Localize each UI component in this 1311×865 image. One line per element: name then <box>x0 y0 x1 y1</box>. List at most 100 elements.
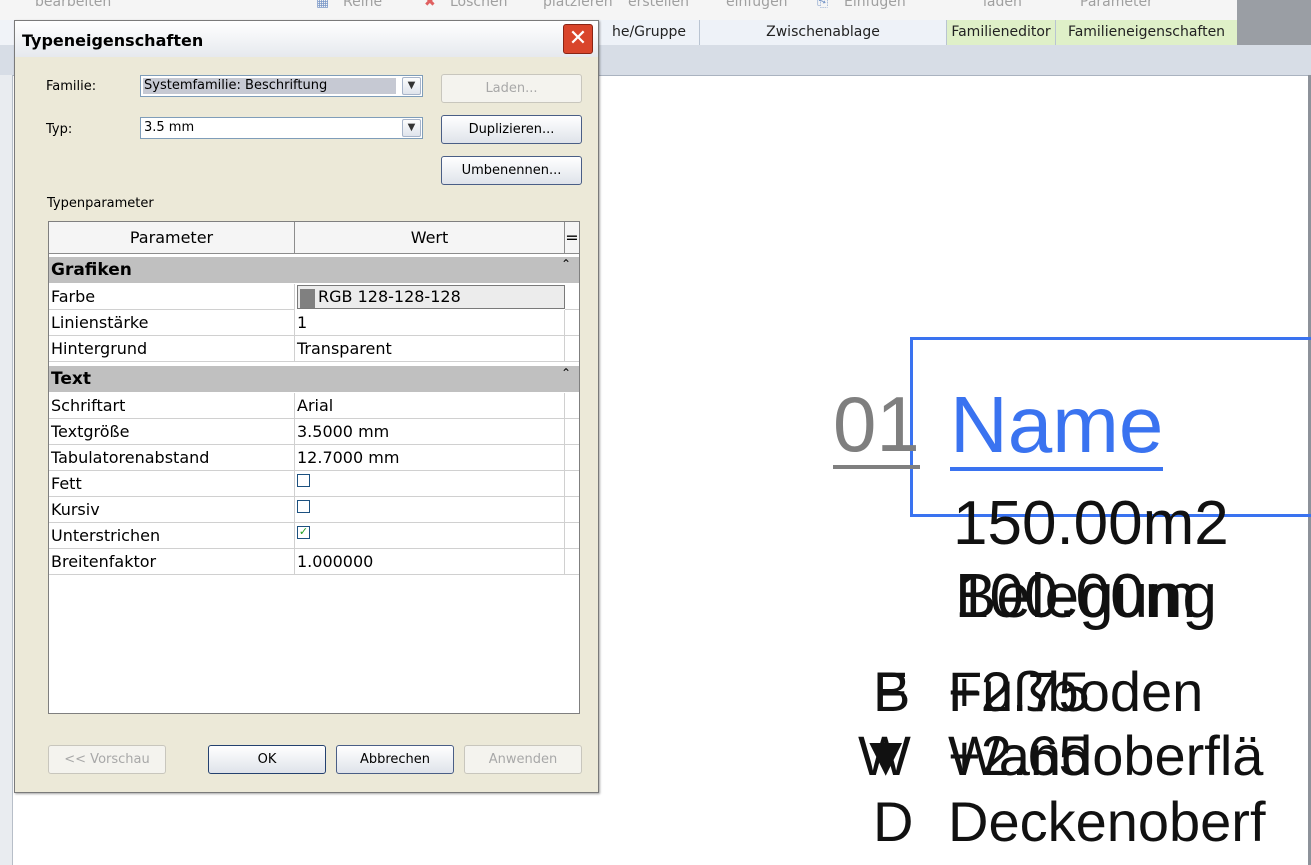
ribbon-command-loeschen[interactable]: Löschen <box>450 0 507 10</box>
level-marker-icon[interactable]: ▼ <box>858 728 913 784</box>
table-row[interactable]: Fett <box>49 471 579 497</box>
type-select[interactable]: 3.5 mm ▼ <box>140 117 423 139</box>
color-swatch <box>300 289 315 308</box>
tag-wall-finish-label[interactable]: Wandoberflä <box>948 728 1263 784</box>
underline-checkbox[interactable]: ✓ <box>297 526 310 539</box>
formula-cell <box>565 419 579 445</box>
ribbon-command-laden[interactable]: laden <box>983 0 1022 10</box>
table-row[interactable]: Hintergrund Transparent <box>49 336 579 362</box>
grid-header: Parameter Wert = <box>49 222 579 254</box>
ribbon-edge <box>1237 0 1311 45</box>
param-name: Schriftart <box>49 393 295 419</box>
tag-area-label[interactable]: 150.00m2 <box>953 493 1229 555</box>
chevron-down-icon[interactable]: ▼ <box>402 119 421 137</box>
param-name: Linienstärke <box>49 310 295 336</box>
table-row[interactable]: Linienstärke 1 <box>49 310 579 336</box>
formula-cell <box>565 393 579 419</box>
dialog-titlebar[interactable]: Typeneigenschaften ✕ <box>15 21 598 57</box>
param-name: Unterstrichen <box>49 523 295 549</box>
bold-checkbox[interactable] <box>297 474 310 487</box>
panel-title-familieneigenschaften: Familieneigenschaften <box>1055 20 1237 45</box>
color-value-button[interactable]: RGB 128-128-128 <box>297 285 565 309</box>
param-name: Fett <box>49 471 295 497</box>
table-row[interactable]: Unterstrichen ✓ <box>49 523 579 549</box>
type-select-value: 3.5 mm <box>144 120 195 135</box>
tag-number-label[interactable]: 01 <box>833 385 920 469</box>
panel-title-gruppe: he/Gruppe <box>598 20 699 45</box>
panel-title-familieneditor: Familieneditor <box>946 20 1055 45</box>
ribbon-command-reihe[interactable]: Reihe <box>343 0 382 10</box>
family-select-value: Systemfamilie: Beschriftung <box>143 78 396 94</box>
param-value[interactable]: 1 <box>295 310 565 336</box>
formula-cell <box>565 497 579 523</box>
column-header-value[interactable]: Wert <box>295 222 565 253</box>
duplicate-button[interactable]: Duplizieren... <box>441 115 582 144</box>
formula-cell <box>565 310 579 336</box>
formula-cell <box>565 445 579 471</box>
delete-icon: ✖ <box>424 0 436 10</box>
dialog-title: Typeneigenschaften <box>22 31 204 50</box>
param-name: Textgröße <box>49 419 295 445</box>
ok-button[interactable]: OK <box>208 745 326 774</box>
tag-code-f-label[interactable]: F <box>873 664 907 720</box>
table-row[interactable]: Textgröße 3.5000 mm <box>49 419 579 445</box>
formula-cell <box>565 523 579 549</box>
collapse-icon[interactable]: ⌃ <box>561 366 571 380</box>
param-value[interactable]: 3.5000 mm <box>295 419 565 445</box>
ribbon-command-parameter[interactable]: Parameter <box>1080 0 1153 10</box>
preview-button[interactable]: << Vorschau <box>48 745 166 774</box>
apply-button[interactable]: Anwenden <box>464 745 582 774</box>
param-name: Breitenfaktor <box>49 549 295 575</box>
collapse-icon[interactable]: ⌃ <box>561 257 571 271</box>
load-button[interactable]: Laden... <box>441 74 582 103</box>
paste-icon: ⎘ <box>817 0 829 10</box>
formula-cell <box>565 284 579 310</box>
group-header-text[interactable]: Text ⌃ <box>49 366 579 392</box>
column-header-parameter[interactable]: Parameter <box>49 222 295 253</box>
group-name: Grafiken <box>51 260 132 280</box>
italic-checkbox[interactable] <box>297 500 310 513</box>
row-icon: ▦ <box>316 0 330 10</box>
param-name: Kursiv <box>49 497 295 523</box>
group-header-grafiken[interactable]: Grafiken ⌃ <box>49 257 579 283</box>
tag-occupancy-label[interactable]: Belegung <box>955 566 1217 628</box>
type-parameters-label: Typenparameter <box>47 196 154 211</box>
table-row[interactable]: Schriftart Arial <box>49 393 579 419</box>
param-value[interactable]: 1.000000 <box>295 549 565 575</box>
ribbon-command-einfuegen[interactable]: einfügen <box>726 0 788 10</box>
ribbon-command-bearbeiten[interactable]: bearbeiten <box>35 0 111 10</box>
left-panel-edge <box>0 75 13 865</box>
tag-name-label[interactable]: Name <box>950 385 1164 471</box>
ribbon-command-einfuegen-2[interactable]: Einfügen <box>844 0 906 10</box>
formula-cell <box>565 336 579 362</box>
param-value[interactable]: 12.7000 mm <box>295 445 565 471</box>
type-properties-dialog: Typeneigenschaften ✕ Familie: Systemfami… <box>14 20 599 793</box>
family-label: Familie: <box>46 79 97 94</box>
close-icon: ✕ <box>568 26 588 51</box>
close-button[interactable]: ✕ <box>563 24 593 54</box>
type-parameters-grid: Parameter Wert = Grafiken ⌃ Farbe RGB 12… <box>48 221 580 714</box>
param-value-cell <box>295 471 565 497</box>
table-row[interactable]: Tabulatorenabstand 12.7000 mm <box>49 445 579 471</box>
cancel-button[interactable]: Abbrechen <box>336 745 454 774</box>
tag-ceiling-finish-label[interactable]: Deckenoberf <box>948 794 1266 850</box>
tag-floor-finish-label[interactable]: Fußboden <box>948 664 1203 720</box>
param-name: Tabulatorenabstand <box>49 445 295 471</box>
table-row[interactable]: Kursiv <box>49 497 579 523</box>
chevron-down-icon[interactable]: ▼ <box>402 77 421 95</box>
ribbon-command-erstellen[interactable]: erstellen <box>628 0 689 10</box>
ribbon-command-platzieren[interactable]: platzieren <box>543 0 613 10</box>
tag-code-d-label[interactable]: D <box>873 794 913 850</box>
ribbon-command-row: bearbeiten ▦ Reihe ✖ Löschen platzieren … <box>0 0 1311 21</box>
param-value-cell: ✓ <box>295 523 565 549</box>
family-select[interactable]: Systemfamilie: Beschriftung ▼ <box>140 75 423 97</box>
rename-button[interactable]: Umbenennen... <box>441 156 582 185</box>
column-header-formula[interactable]: = <box>565 222 579 253</box>
group-name: Text <box>51 369 91 389</box>
type-label: Typ: <box>46 122 73 137</box>
param-value: RGB 128-128-128 <box>318 287 461 306</box>
param-value[interactable]: Transparent <box>295 336 565 362</box>
table-row[interactable]: Breitenfaktor 1.000000 <box>49 549 579 575</box>
param-value[interactable]: Arial <box>295 393 565 419</box>
table-row[interactable]: Farbe RGB 128-128-128 <box>49 284 579 310</box>
